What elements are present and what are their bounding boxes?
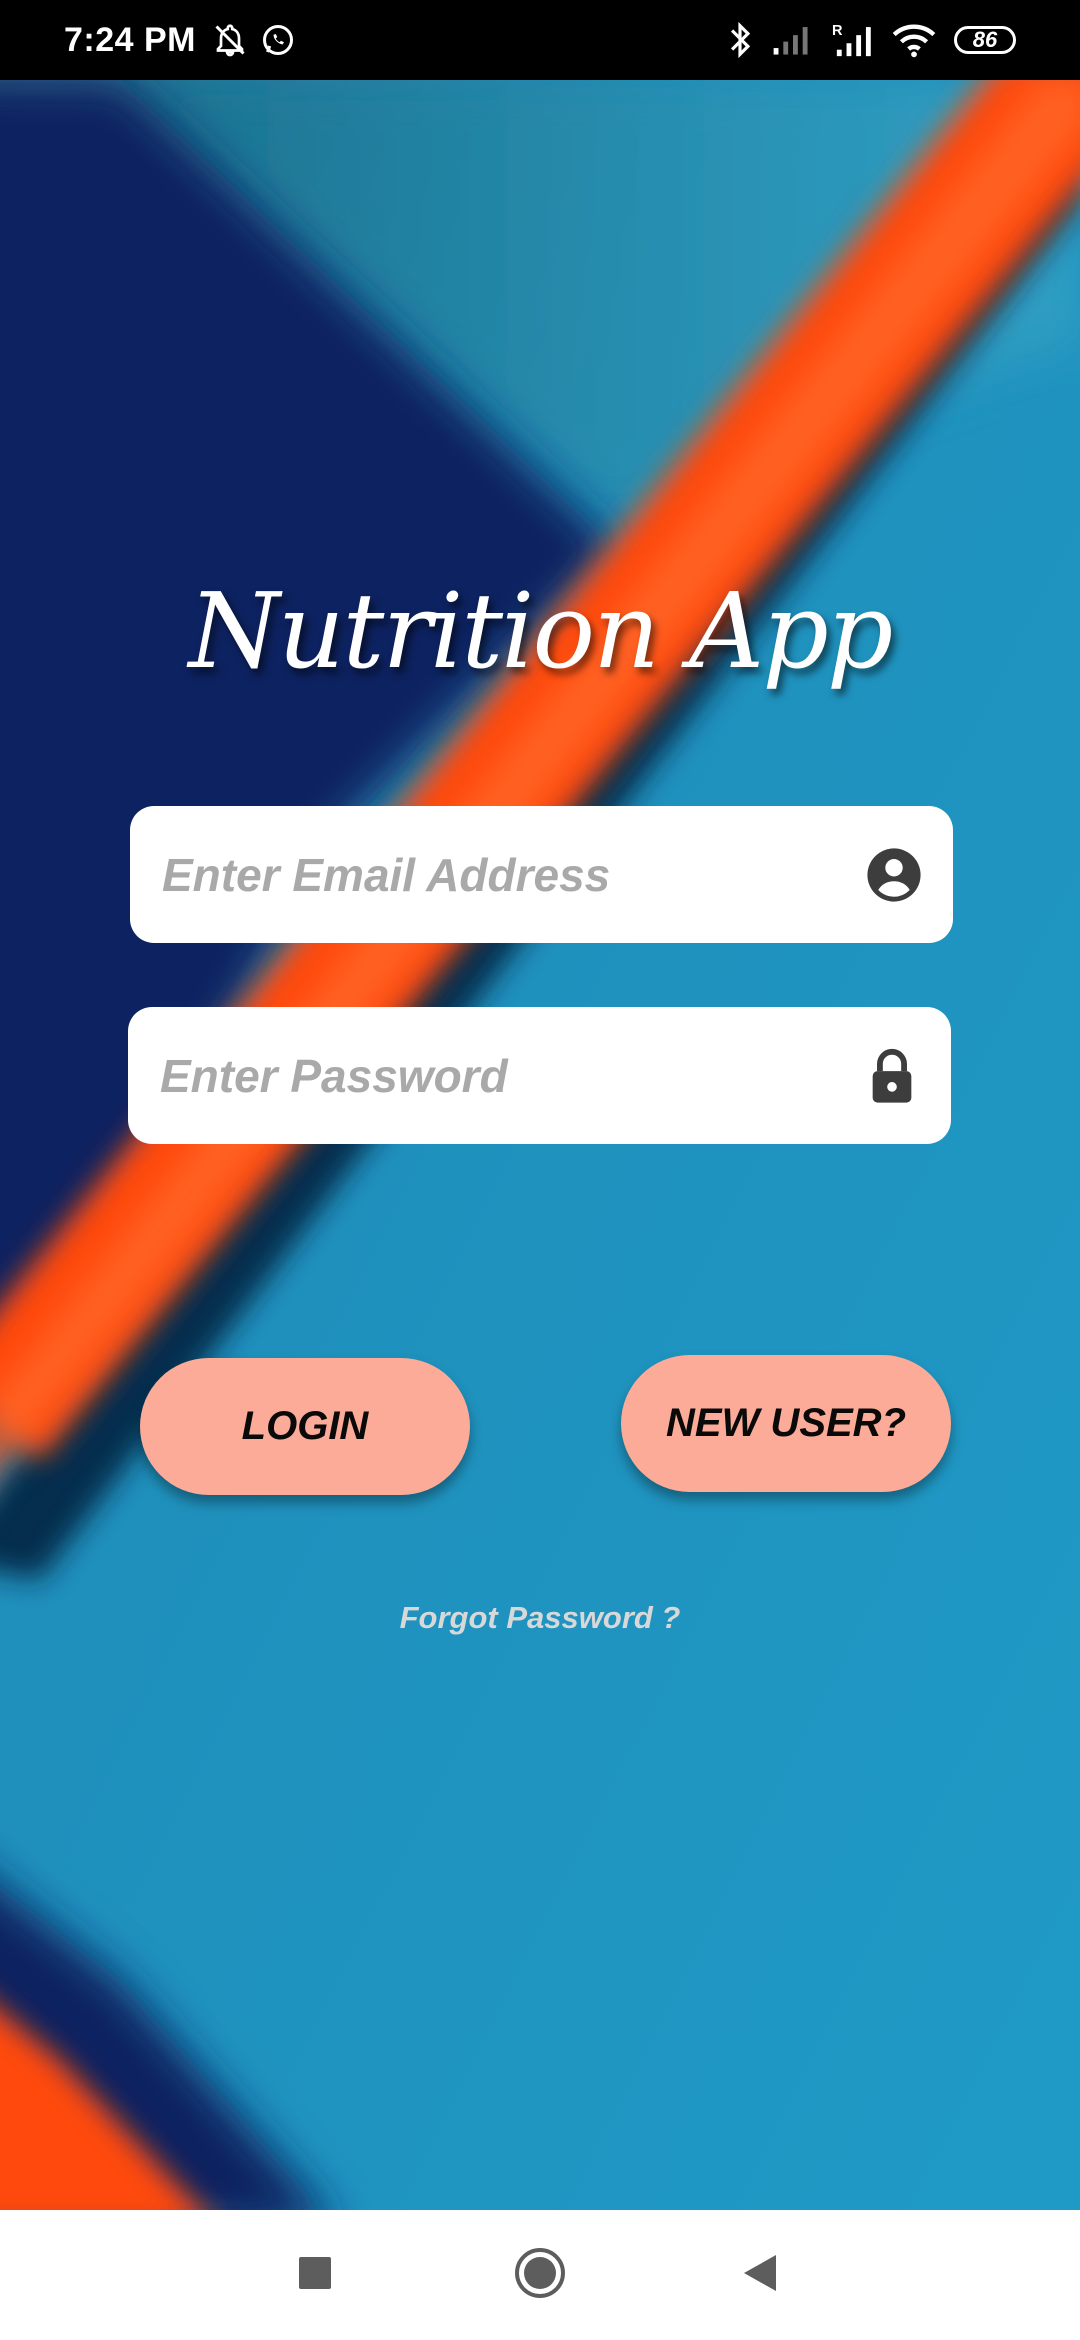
background-art bbox=[0, 80, 1080, 2210]
svg-text:R: R bbox=[832, 23, 843, 39]
email-input[interactable] bbox=[160, 846, 865, 903]
status-time: 7:24 PM bbox=[64, 20, 196, 59]
whatsapp-icon bbox=[260, 22, 296, 58]
battery-indicator: 86 bbox=[954, 26, 1016, 54]
home-button[interactable] bbox=[480, 2210, 600, 2340]
app-title: Nutrition App bbox=[188, 570, 894, 692]
bell-off-icon bbox=[212, 22, 248, 58]
signal-roaming-icon: R bbox=[832, 21, 874, 59]
account-circle-icon bbox=[865, 846, 923, 904]
wifi-icon bbox=[892, 22, 936, 58]
password-field[interactable] bbox=[128, 1007, 951, 1144]
status-bar: 7:24 PM R 86 bbox=[0, 0, 1080, 80]
login-button[interactable]: LOGIN bbox=[140, 1358, 470, 1495]
bluetooth-icon bbox=[726, 21, 754, 59]
recents-square-icon bbox=[298, 2256, 332, 2295]
lock-icon bbox=[863, 1047, 921, 1105]
recents-button[interactable] bbox=[255, 2210, 375, 2340]
home-circle-icon bbox=[514, 2247, 566, 2304]
signal-icon bbox=[772, 23, 814, 57]
email-field[interactable] bbox=[130, 806, 953, 943]
navigation-bar bbox=[0, 2210, 1080, 2340]
new-user-button[interactable]: NEW USER? bbox=[621, 1355, 951, 1492]
password-input[interactable] bbox=[158, 1047, 863, 1104]
back-triangle-icon bbox=[742, 2253, 778, 2298]
login-screen: 7:24 PM R 86 Nutrition App Enter Email A… bbox=[0, 0, 1080, 2340]
back-button[interactable] bbox=[700, 2210, 820, 2340]
forgot-password-link[interactable]: Forgot Password ? bbox=[0, 1600, 1080, 1636]
